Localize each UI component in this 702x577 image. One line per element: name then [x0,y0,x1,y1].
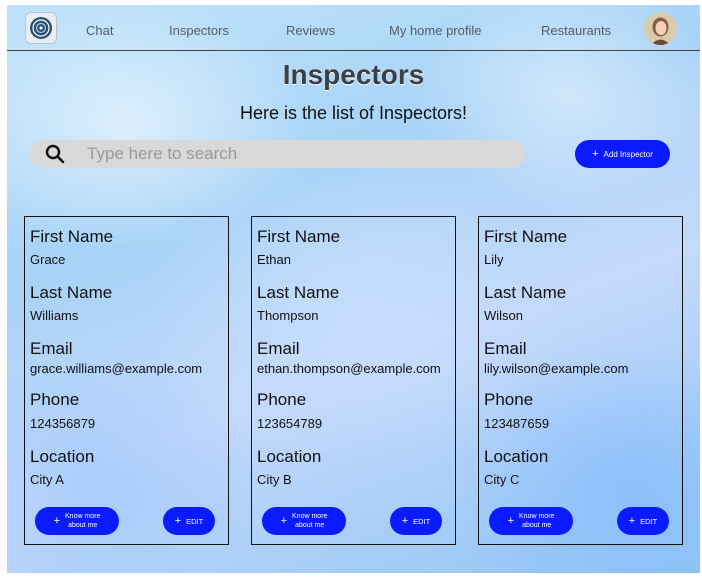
location-label: Location [30,447,95,466]
location-value: City C [484,472,520,487]
last-name-label: Last Name [484,283,567,302]
phone-value: 123654789 [257,416,323,431]
edit-button[interactable]: + EDIT [163,507,215,535]
email-value: grace.williams@example.com [30,361,203,376]
know-more-button[interactable]: + Know more about me [262,507,346,535]
plus-icon: + [174,514,182,527]
avatar-icon [644,12,677,45]
edit-label: EDIT [186,516,204,526]
nav-inspectors[interactable]: Inspectors [169,23,229,38]
location-label: Location [257,447,322,466]
know-more-label: Know more about me [519,512,554,530]
know-more-button[interactable]: + Know more about me [489,507,573,535]
user-avatar[interactable] [644,12,677,45]
edit-button[interactable]: + EDIT [390,507,442,535]
inspector-card: First Name Lily Last Name Wilson Email l… [478,216,683,545]
add-inspector-label: Add Inspector [603,149,653,159]
know-more-line1: Know more [65,512,101,520]
search-input[interactable] [87,144,507,164]
first-name-value: Lily [484,252,504,267]
page-subtitle: Here is the list of Inspectors! [239,103,468,123]
app-frame: Chat Inspectors Reviews My home profile … [7,5,700,573]
last-name-value: Thompson [257,308,319,323]
last-name-label: Last Name [30,283,113,302]
inspector-card: First Name Grace Last Name Williams Emai… [24,216,229,545]
edit-button[interactable]: + EDIT [617,507,669,535]
phone-value: 123487659 [484,416,550,431]
know-more-line2: about me [68,522,98,529]
phone-label: Phone [257,390,307,409]
add-inspector-button[interactable]: + Add Inspector [575,140,670,168]
email-value: ethan.thompson@example.com [257,361,441,376]
nav-chat[interactable]: Chat [86,23,113,38]
plus-icon: + [280,514,288,527]
page-title: Inspectors [282,59,425,90]
last-name-value: Wilson [484,308,524,323]
know-more-button[interactable]: + Know more about me [35,507,119,535]
search-icon [45,144,65,164]
nav-restaurants[interactable]: Restaurants [541,23,611,38]
email-label: Email [30,339,73,358]
know-more-label: Know more about me [65,512,100,530]
phone-value: 124356879 [30,416,96,431]
plus-icon: + [401,514,409,527]
navbar: Chat Inspectors Reviews My home profile … [7,5,700,51]
first-name-label: First Name [484,227,568,246]
phone-label: Phone [30,390,80,409]
plus-icon: + [507,514,515,527]
first-name-value: Grace [30,252,66,267]
last-name-value: Williams [30,308,79,323]
edit-label: EDIT [640,516,658,526]
search-bar[interactable] [29,140,526,168]
know-more-line1: Know more [519,512,555,520]
plus-icon: + [53,514,61,527]
nav-my-home-profile[interactable]: My home profile [389,23,481,38]
location-label: Location [484,447,549,466]
app-logo[interactable] [25,12,57,44]
first-name-label: First Name [257,227,341,246]
logo-icon [30,17,52,39]
nav-reviews[interactable]: Reviews [286,23,335,38]
email-label: Email [257,339,300,358]
know-more-line2: about me [522,522,552,529]
inspector-card: First Name Ethan Last Name Thompson Emai… [251,216,456,545]
know-more-line1: Know more [292,512,328,520]
first-name-label: First Name [30,227,114,246]
location-value: City A [30,472,64,487]
last-name-label: Last Name [257,283,340,302]
edit-label: EDIT [413,516,431,526]
plus-icon: + [628,514,636,527]
know-more-line2: about me [295,522,325,529]
know-more-label: Know more about me [292,512,327,530]
phone-label: Phone [484,390,534,409]
first-name-value: Ethan [257,252,291,267]
plus-icon: + [592,147,599,160]
email-label: Email [484,339,527,358]
location-value: City B [257,472,292,487]
email-value: lily.wilson@example.com [484,361,629,376]
